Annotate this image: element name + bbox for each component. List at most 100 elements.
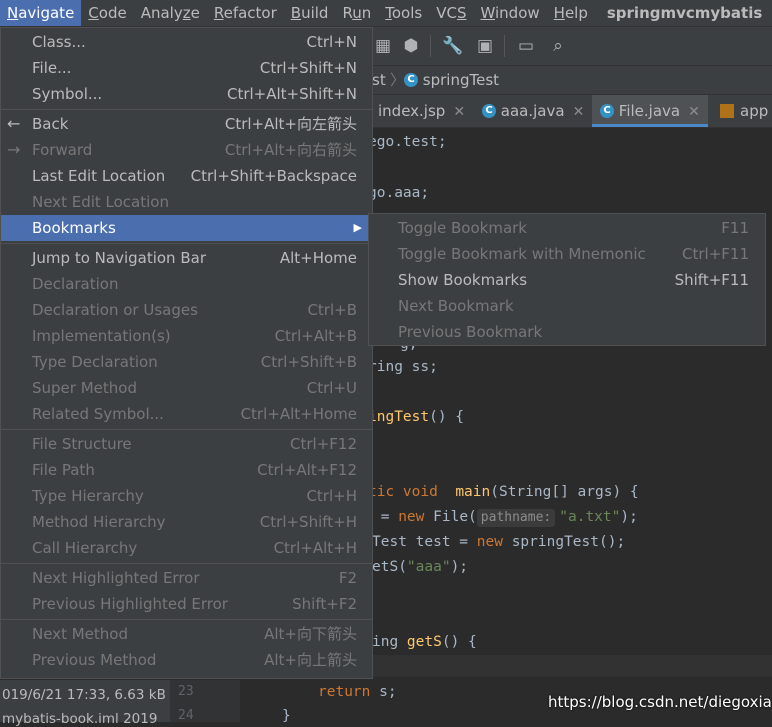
close-icon[interactable]: ✕ bbox=[573, 104, 585, 120]
tab-index-jsp[interactable]: index.jsp ✕ bbox=[370, 95, 473, 127]
close-icon[interactable]: ✕ bbox=[453, 104, 465, 120]
menu-item-method-hierarchy[interactable]: Method Hierarchy Ctrl+Shift+H bbox=[1, 509, 372, 535]
file-info: 019/6/21 17:33, 6.63 kB bbox=[2, 687, 166, 703]
close-icon[interactable]: ✕ bbox=[688, 104, 700, 120]
menu-item-declaration[interactable]: Declaration bbox=[1, 271, 372, 297]
breadcrumb-class[interactable]: C springTest bbox=[404, 66, 499, 94]
menu-item-label: Back bbox=[32, 115, 69, 133]
project-title: springmvcmybatis bbox=[606, 4, 763, 22]
line-number: 23 bbox=[178, 684, 194, 699]
back-arrow-icon: ← bbox=[7, 114, 21, 133]
tab-label: aaa.java bbox=[500, 102, 565, 120]
project-file[interactable]: mybatis-book.iml 2019 bbox=[2, 711, 157, 727]
class-icon: C bbox=[482, 103, 496, 118]
menu-item-shortcut: Ctrl+F12 bbox=[290, 435, 357, 453]
menu-item-label: Declaration or Usages bbox=[32, 301, 198, 319]
tab-file-java[interactable]: C File.java ✕ bbox=[592, 95, 708, 127]
toolbar-divider bbox=[430, 35, 431, 57]
menu-analyze[interactable]: Analyze bbox=[134, 0, 207, 26]
menu-item-shortcut: Ctrl+B bbox=[307, 301, 357, 319]
menu-item-file[interactable]: File... Ctrl+Shift+N bbox=[1, 55, 372, 81]
menu-item-call-hierarchy[interactable]: Call Hierarchy Ctrl+Alt+H bbox=[1, 535, 372, 561]
menu-item-related-symbol[interactable]: Related Symbol... Ctrl+Alt+Home bbox=[1, 401, 372, 427]
menu-item-shortcut: Ctrl+H bbox=[306, 487, 357, 505]
menu-item-next-method[interactable]: Next Method Alt+向下箭头 bbox=[1, 621, 372, 647]
code-line: return s; bbox=[318, 684, 397, 700]
menu-item-forward[interactable]: → Forward Ctrl+Alt+向右箭头 bbox=[1, 137, 372, 163]
code-line: ingTest() { bbox=[368, 409, 465, 425]
menu-help[interactable]: Help bbox=[547, 0, 595, 26]
menu-item-label: Class... bbox=[32, 33, 86, 51]
menu-run[interactable]: Run bbox=[335, 0, 378, 26]
menu-item-label: Next Highlighted Error bbox=[32, 569, 200, 587]
menu-item-label: Type Declaration bbox=[32, 353, 158, 371]
file-icon bbox=[720, 103, 734, 118]
menu-refactor[interactable]: Refactor bbox=[207, 0, 284, 26]
menu-item-symbol[interactable]: Symbol... Ctrl+Alt+Shift+N bbox=[1, 81, 372, 107]
submenu-item-show-bookmarks[interactable]: Show Bookmarks Shift+F11 bbox=[369, 267, 765, 293]
submenu-item-toggle-bookmark[interactable]: Toggle Bookmark F11 bbox=[369, 215, 765, 241]
menu-item-label: Symbol... bbox=[32, 85, 103, 103]
menu-item-file-path[interactable]: File Path Ctrl+Alt+F12 bbox=[1, 457, 372, 483]
menu-item-super-method[interactable]: Super Method Ctrl+U bbox=[1, 375, 372, 401]
menu-item-shortcut: Ctrl+Alt+B bbox=[274, 327, 357, 345]
menu-item-class[interactable]: Class... Ctrl+N bbox=[1, 29, 372, 55]
menu-item-shortcut: Ctrl+Shift+Backspace bbox=[190, 167, 357, 185]
menu-item-label: Next Bookmark bbox=[398, 297, 514, 315]
submenu-arrow-icon: ▶ bbox=[353, 221, 362, 234]
menu-item-shortcut: Alt+Home bbox=[279, 249, 357, 267]
submenu-item-previous-bookmark[interactable]: Previous Bookmark bbox=[369, 319, 765, 345]
menu-item-type-hierarchy[interactable]: Type Hierarchy Ctrl+H bbox=[1, 483, 372, 509]
menu-item-shortcut: F11 bbox=[721, 219, 749, 237]
menu-item-jump-to-navigation-bar[interactable]: Jump to Navigation Bar Alt+Home bbox=[1, 245, 372, 271]
project-structure-icon[interactable]: ▣ bbox=[474, 35, 496, 57]
menu-item-label: Next Edit Location bbox=[32, 193, 169, 211]
menu-item-label: Toggle Bookmark with Mnemonic bbox=[398, 245, 646, 263]
menu-item-last-edit-location[interactable]: Last Edit Location Ctrl+Shift+Backspace bbox=[1, 163, 372, 189]
menu-item-file-structure[interactable]: File Structure Ctrl+F12 bbox=[1, 431, 372, 457]
menu-bar: Navigate Code Analyze Refactor Build Run Tools… bbox=[0, 0, 772, 27]
menu-item-label: Forward bbox=[32, 141, 93, 159]
menu-item-next-edit-location[interactable]: Next Edit Location bbox=[1, 189, 372, 215]
menu-item-label: Declaration bbox=[32, 275, 119, 293]
submenu-item-toggle-bookmark-with-mnemonic[interactable]: Toggle Bookmark with Mnemonic Ctrl+F11 bbox=[369, 241, 765, 267]
menu-build[interactable]: Build bbox=[284, 0, 336, 26]
menu-item-label: Next Method bbox=[32, 625, 128, 643]
menu-item-label: Jump to Navigation Bar bbox=[32, 249, 206, 267]
menu-item-bookmarks[interactable]: Bookmarks ▶ bbox=[1, 215, 372, 241]
menu-item-previous-highlighted-error[interactable]: Previous Highlighted Error Shift+F2 bbox=[1, 591, 372, 617]
menu-window[interactable]: Window bbox=[473, 0, 546, 26]
menu-item-shortcut: Ctrl+N bbox=[306, 33, 357, 51]
tab-app[interactable]: app bbox=[712, 95, 772, 127]
menu-item-type-declaration[interactable]: Type Declaration Ctrl+Shift+B bbox=[1, 349, 372, 375]
menu-separator bbox=[1, 243, 372, 244]
menu-item-label: Implementation(s) bbox=[32, 327, 171, 345]
menu-item-declaration-or-usages[interactable]: Declaration or Usages Ctrl+B bbox=[1, 297, 372, 323]
menu-item-back[interactable]: ← Back Ctrl+Alt+向左箭头 bbox=[1, 111, 372, 137]
menu-vcs[interactable]: VCS bbox=[429, 0, 473, 26]
menu-item-previous-method[interactable]: Previous Method Alt+向上箭头 bbox=[1, 647, 372, 673]
menu-item-label: Show Bookmarks bbox=[398, 271, 528, 289]
parameter-hint: pathname: bbox=[476, 509, 556, 527]
build-icon[interactable]: ▦ bbox=[372, 35, 394, 57]
class-icon: C bbox=[404, 72, 418, 87]
submenu-item-next-bookmark[interactable]: Next Bookmark bbox=[369, 293, 765, 319]
menu-tools[interactable]: Tools bbox=[378, 0, 429, 26]
menu-item-label: Method Hierarchy bbox=[32, 513, 166, 531]
terminal-icon[interactable]: ▭ bbox=[515, 35, 537, 57]
menu-item-shortcut: Ctrl+Alt+向左箭头 bbox=[224, 115, 357, 133]
menu-navigate[interactable]: Navigate bbox=[0, 0, 82, 26]
menu-code[interactable]: Code bbox=[81, 0, 133, 26]
menu-item-shortcut: Alt+向上箭头 bbox=[264, 651, 357, 669]
module-icon[interactable]: ⬢ bbox=[400, 35, 422, 57]
menu-separator bbox=[1, 429, 372, 430]
wrench-icon[interactable]: 🔧 bbox=[442, 35, 464, 57]
menu-item-next-highlighted-error[interactable]: Next Highlighted Error F2 bbox=[1, 565, 372, 591]
code-line: ego.test; bbox=[368, 134, 447, 150]
search-icon[interactable]: ⌕ bbox=[547, 35, 569, 57]
menu-item-shortcut: Ctrl+Alt+H bbox=[273, 539, 357, 557]
bookmarks-submenu: Toggle Bookmark F11 Toggle Bookmark with M… bbox=[368, 213, 766, 346]
tab-aaa-java[interactable]: C aaa.java ✕ bbox=[474, 95, 592, 127]
breadcrumb-package[interactable]: st bbox=[372, 66, 386, 94]
menu-item-implementation-s[interactable]: Implementation(s) Ctrl+Alt+B bbox=[1, 323, 372, 349]
